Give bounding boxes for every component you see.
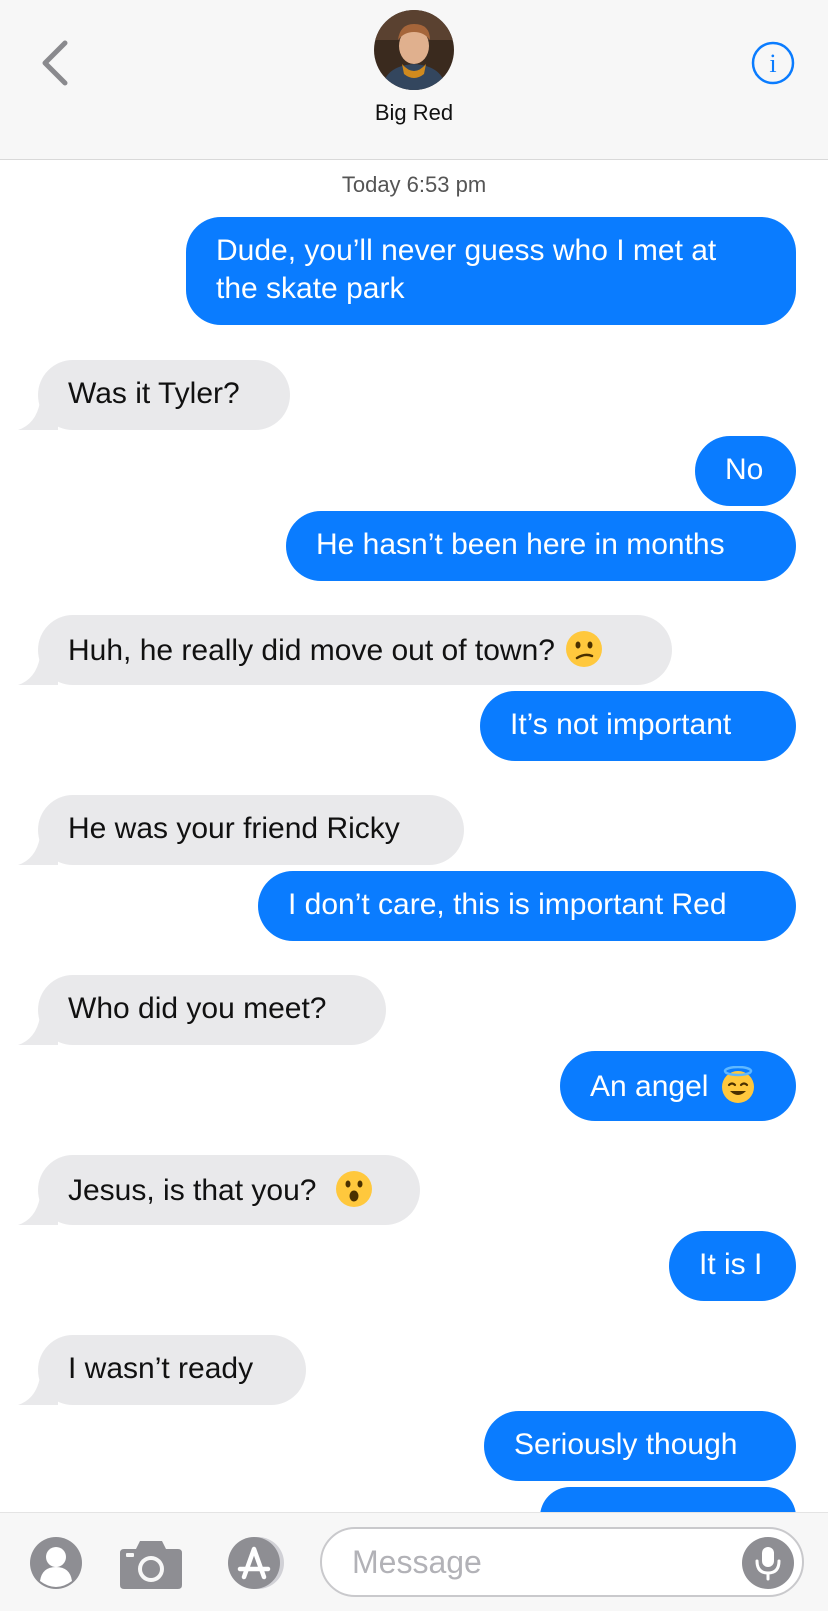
- message-text: Seriously though: [514, 1428, 738, 1461]
- microphone-icon: [755, 1547, 781, 1581]
- sent-message[interactable]: Seriously though: [484, 1411, 796, 1481]
- bubble-tail: [18, 837, 58, 865]
- sent-message[interactable]: He hasn’t been here in months: [286, 511, 796, 581]
- bubble-tail: [18, 657, 58, 685]
- message-text: Jesus, is that you?: [68, 1174, 325, 1207]
- surprised-face-emoji: [336, 1171, 373, 1207]
- message-text: He hasn’t been here in months: [316, 528, 725, 561]
- message-text: It is I: [699, 1248, 763, 1281]
- camera-button[interactable]: [118, 1535, 184, 1593]
- sent-message[interactable]: Dude, you’ll never guess who I met at th…: [186, 217, 796, 325]
- camera-icon: [120, 1541, 182, 1589]
- info-button[interactable]: i: [750, 40, 796, 86]
- message-input-bar: [0, 1512, 828, 1611]
- conversation-header: Big Red i: [0, 0, 828, 160]
- info-circle-icon: i: [751, 41, 795, 85]
- bubble-tail: [18, 402, 58, 430]
- bubble-tail: [18, 1017, 58, 1045]
- message-text: No: [725, 453, 764, 486]
- conversation-timestamp: Today 6:53 pm: [341, 172, 487, 197]
- message-text: Was it Tyler?: [68, 377, 240, 410]
- chevron-left-icon: [42, 40, 68, 86]
- sent-message[interactable]: An angel: [560, 1051, 796, 1121]
- sent-message[interactable]: It’s not important: [480, 691, 796, 761]
- bubble-tail: [18, 1377, 58, 1405]
- received-message[interactable]: He was your friend Ricky: [18, 795, 464, 865]
- received-message[interactable]: Was it Tyler?: [18, 360, 290, 430]
- message-text: Dude, you’ll never guess who I met at: [216, 234, 717, 267]
- halo-face-emoji: [721, 1066, 754, 1103]
- message-text: It’s not important: [510, 708, 732, 741]
- memoji-button[interactable]: [28, 1535, 88, 1593]
- app-store-button[interactable]: [222, 1535, 292, 1593]
- avatar-photo: [374, 10, 454, 90]
- svg-text:i: i: [769, 49, 776, 78]
- message-input[interactable]: [320, 1527, 804, 1597]
- message-text: I don’t care, this is important Red: [288, 888, 727, 921]
- app-store-icon: [228, 1537, 284, 1589]
- bubble-tail: [18, 1197, 58, 1225]
- back-button[interactable]: [34, 38, 74, 88]
- message-text: An angel: [590, 1070, 709, 1103]
- message-text: the skate park: [216, 272, 405, 305]
- memoji-icon: [30, 1537, 82, 1589]
- message-text: He was your friend Ricky: [68, 812, 400, 845]
- sent-message[interactable]: It is I: [669, 1231, 796, 1301]
- received-message[interactable]: Who did you meet?: [18, 975, 386, 1045]
- contact-name[interactable]: Big Red: [0, 100, 828, 126]
- sent-message[interactable]: I don’t care, this is important Red: [258, 871, 796, 941]
- contact-avatar[interactable]: [374, 10, 454, 90]
- received-message[interactable]: Jesus, is that you?: [18, 1155, 420, 1225]
- message-text: Who did you meet?: [68, 992, 327, 1025]
- message-text: Huh, he really did move out of town?: [68, 634, 555, 667]
- received-message[interactable]: Huh, he really did move out of town?: [18, 615, 672, 685]
- received-message[interactable]: I wasn’t ready: [18, 1335, 306, 1405]
- message-text: I wasn’t ready: [68, 1352, 254, 1385]
- sent-message[interactable]: No: [695, 436, 796, 506]
- confused-face-emoji: [566, 631, 603, 667]
- microphone-button[interactable]: [742, 1537, 794, 1589]
